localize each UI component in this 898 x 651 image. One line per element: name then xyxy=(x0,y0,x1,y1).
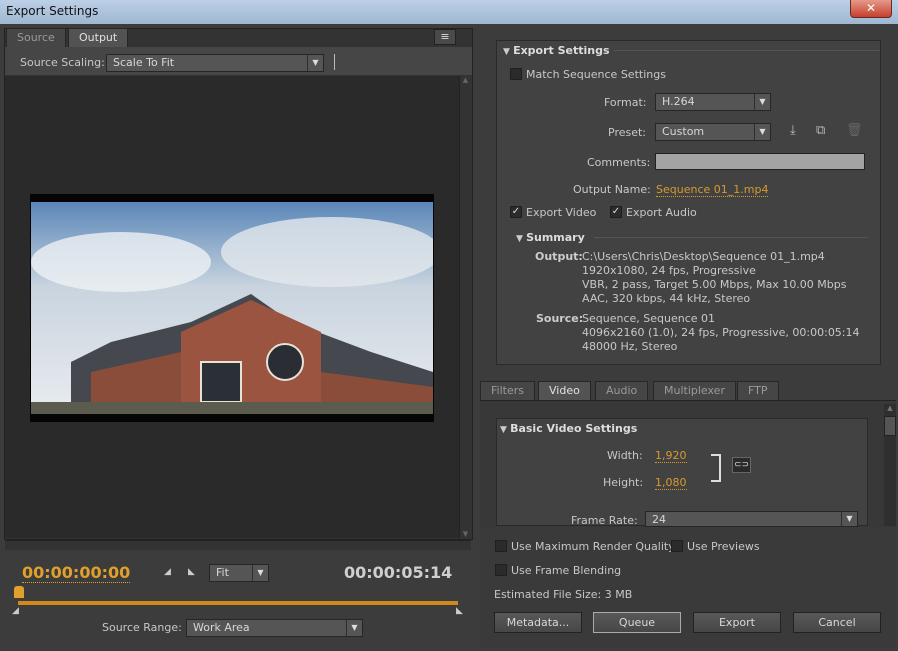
chevron-down-icon: ▼ xyxy=(252,565,268,581)
collapse-arrow-icon: ▼ xyxy=(516,234,527,244)
output-label: Output: xyxy=(535,250,583,263)
import-preset-icon[interactable]: ⧉ xyxy=(816,123,825,138)
tab-filters[interactable]: Filters xyxy=(480,381,535,400)
export-audio-checkbox[interactable]: ✓ xyxy=(610,206,622,218)
timeline-bar[interactable] xyxy=(18,601,458,605)
set-in-point-icon[interactable]: ◢ xyxy=(164,567,171,577)
export-settings-heading[interactable]: ▼ Export Settings xyxy=(503,44,610,57)
source-line: 48000 Hz, Stereo xyxy=(582,340,678,353)
export-audio-label: Export Audio xyxy=(626,206,697,219)
divider xyxy=(594,237,868,238)
frame-rate-value: 24 xyxy=(652,513,666,526)
match-sequence-checkbox[interactable] xyxy=(510,68,522,80)
source-label: Source: xyxy=(536,312,584,325)
source-summary: Sequence, Sequence 01 4096x2160 (1.0), 2… xyxy=(582,312,860,354)
export-video-label: Export Video xyxy=(526,206,597,219)
source-scaling-value: Scale To Fit xyxy=(113,56,175,69)
divider xyxy=(614,50,880,51)
link-bracket xyxy=(711,454,721,482)
output-line: C:\Users\Chris\Desktop\Sequence 01_1.mp4 xyxy=(582,250,825,263)
format-dropdown[interactable]: H.264 ▼ xyxy=(655,93,771,111)
current-timecode[interactable]: 00:00:00:00 xyxy=(22,563,131,583)
preset-value: Custom xyxy=(662,125,705,138)
metadata-button[interactable]: Metadata... xyxy=(494,612,582,633)
collapse-arrow-icon: ▼ xyxy=(500,425,511,435)
zoom-value: Fit xyxy=(216,566,229,579)
vertical-scrollbar[interactable]: ▲ ▼ xyxy=(459,76,471,538)
output-name-label: Output Name: xyxy=(573,183,651,196)
preset-dropdown[interactable]: Custom ▼ xyxy=(655,123,771,141)
output-name-link[interactable]: Sequence 01_1.mp4 xyxy=(656,183,769,197)
close-button[interactable]: ✕ xyxy=(850,0,892,18)
save-preset-icon[interactable]: ⤓ xyxy=(790,123,796,138)
chevron-down-icon: ▼ xyxy=(754,94,770,110)
zoom-dropdown[interactable]: Fit ▼ xyxy=(209,564,269,582)
link-aspect-icon[interactable]: ⊂⊃ xyxy=(732,457,751,473)
horizontal-scrollbar[interactable] xyxy=(5,540,471,550)
queue-button[interactable]: Queue xyxy=(593,612,681,633)
chevron-down-icon: ▼ xyxy=(307,55,323,71)
collapse-arrow-icon: ▼ xyxy=(503,47,514,57)
max-render-checkbox[interactable] xyxy=(495,540,507,552)
window-title: Export Settings xyxy=(6,4,99,18)
max-render-label: Use Maximum Render Quality xyxy=(511,540,675,553)
divider xyxy=(334,54,335,70)
in-point-marker-icon[interactable]: ◢ xyxy=(12,606,19,616)
use-previews-label: Use Previews xyxy=(687,540,760,553)
cancel-button[interactable]: Cancel xyxy=(793,612,881,633)
comments-label: Comments: xyxy=(587,156,651,169)
source-range-label: Source Range: xyxy=(102,621,182,634)
source-scaling-label: Source Scaling: xyxy=(20,56,105,69)
output-summary: C:\Users\Chris\Desktop\Sequence 01_1.mp4… xyxy=(582,250,847,306)
height-label: Height: xyxy=(603,476,644,489)
match-sequence-label: Match Sequence Settings xyxy=(526,68,666,81)
panel-menu-icon[interactable]: ≡ xyxy=(434,29,456,45)
height-value[interactable]: 1,080 xyxy=(655,476,687,490)
settings-scrollbar[interactable]: ▲ xyxy=(884,404,896,526)
scroll-thumb[interactable] xyxy=(884,416,896,436)
output-line: AAC, 320 kbps, 44 kHz, Stereo xyxy=(582,292,751,305)
format-value: H.264 xyxy=(662,95,695,108)
width-label: Width: xyxy=(607,449,643,462)
duration-timecode: 00:00:05:14 xyxy=(344,563,453,582)
frame-blending-label: Use Frame Blending xyxy=(511,564,622,577)
frame-blending-checkbox[interactable] xyxy=(495,564,507,576)
export-video-checkbox[interactable]: ✓ xyxy=(510,206,522,218)
tab-source[interactable]: Source xyxy=(6,28,66,47)
out-point-marker-icon[interactable]: ◣ xyxy=(456,606,463,616)
source-line: 4096x2160 (1.0), 24 fps, Progressive, 00… xyxy=(582,326,860,339)
use-previews-checkbox[interactable] xyxy=(671,540,683,552)
comments-field[interactable] xyxy=(655,153,865,170)
tab-ftp[interactable]: FTP xyxy=(737,381,779,400)
tab-video[interactable]: Video xyxy=(538,381,591,400)
source-range-value: Work Area xyxy=(193,621,250,634)
tab-output[interactable]: Output xyxy=(68,28,129,47)
set-out-point-icon[interactable]: ◣ xyxy=(188,567,195,577)
chevron-down-icon: ▼ xyxy=(754,124,770,140)
source-scaling-dropdown[interactable]: Scale To Fit ▼ xyxy=(106,54,324,72)
summary-heading[interactable]: ▼ Summary xyxy=(516,231,585,244)
source-range-dropdown[interactable]: Work Area ▼ xyxy=(186,619,363,637)
chevron-down-icon: ▼ xyxy=(841,512,857,526)
preset-label: Preset: xyxy=(608,126,647,139)
title-bar: Export Settings ✕ xyxy=(0,0,898,24)
basic-video-heading[interactable]: ▼ Basic Video Settings xyxy=(500,422,637,435)
width-value[interactable]: 1,920 xyxy=(655,449,687,463)
format-label: Format: xyxy=(604,96,647,109)
delete-preset-icon[interactable]: 🗑 xyxy=(846,123,863,138)
estimated-file-size: Estimated File Size: 3 MB xyxy=(494,588,633,601)
export-button[interactable]: Export xyxy=(693,612,781,633)
video-frame xyxy=(30,194,434,422)
frame-rate-label: Frame Rate: xyxy=(571,514,638,527)
source-line: Sequence, Sequence 01 xyxy=(582,312,716,325)
frame-rate-dropdown[interactable]: 24 ▼ xyxy=(645,511,858,527)
tab-multiplexer[interactable]: Multiplexer xyxy=(653,381,736,400)
playhead-icon[interactable] xyxy=(14,586,24,598)
output-line: 1920x1080, 24 fps, Progressive xyxy=(582,264,756,277)
chevron-down-icon: ▼ xyxy=(346,620,362,636)
output-line: VBR, 2 pass, Target 5.00 Mbps, Max 10.00… xyxy=(582,278,847,291)
tab-audio[interactable]: Audio xyxy=(595,381,649,400)
preview-image xyxy=(31,202,433,414)
